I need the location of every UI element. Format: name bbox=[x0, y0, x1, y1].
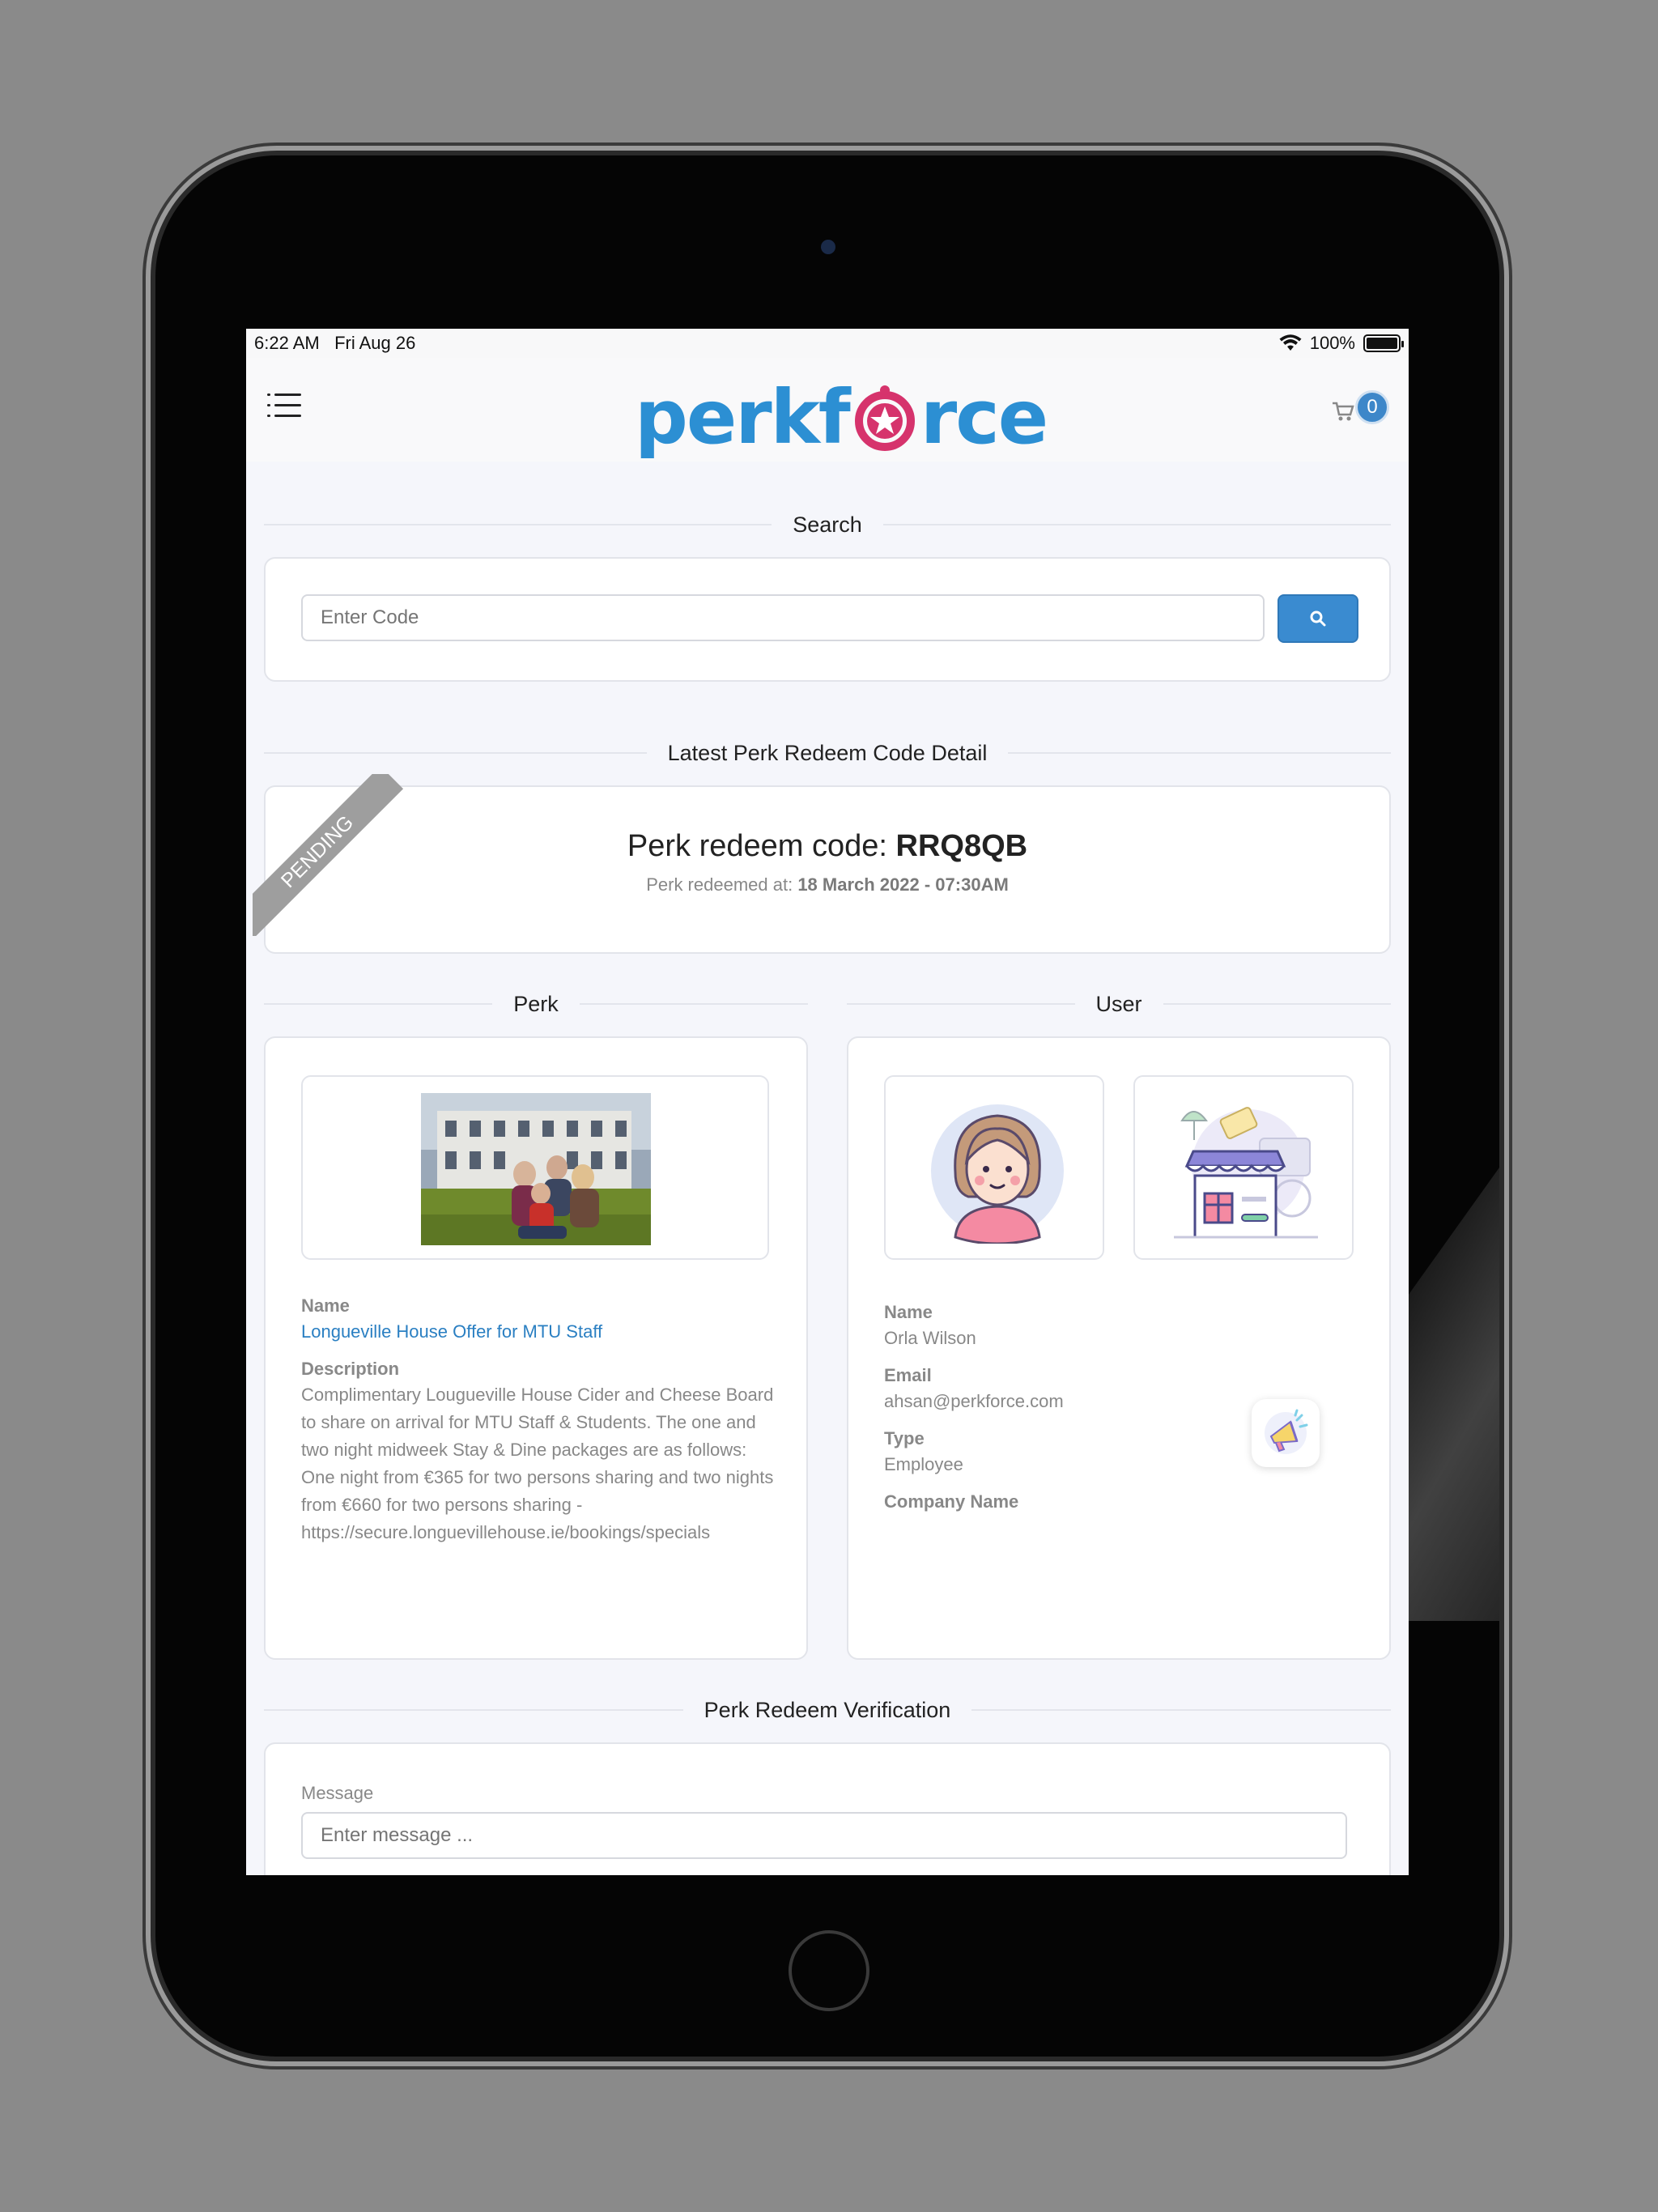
user-type-label: Type bbox=[884, 1428, 925, 1448]
shop-icon bbox=[1174, 1107, 1318, 1239]
redeem-code-card: PENDING Perk redeem code: RRQ8QB Perk re… bbox=[253, 774, 1391, 954]
search-card bbox=[264, 557, 1391, 682]
perk-description: Complimentary Lougueville House Cider an… bbox=[301, 1385, 774, 1542]
status-date: Fri Aug 26 bbox=[334, 333, 416, 353]
status-time: 6:22 AM bbox=[254, 333, 320, 353]
message-label: Message bbox=[301, 1783, 374, 1803]
perk-description-label: Description bbox=[301, 1359, 400, 1379]
redeem-code-title: Perk redeem code: RRQ8QB bbox=[627, 829, 1028, 863]
perk-name-label: Name bbox=[301, 1295, 350, 1316]
verification-heading: Perk Redeem Verification bbox=[264, 1694, 1391, 1726]
battery-icon bbox=[1363, 334, 1404, 352]
perk-heading: Perk bbox=[264, 988, 808, 1020]
perk-name-link[interactable]: Longueville House Offer for MTU Staff bbox=[301, 1318, 602, 1346]
user-email: ahsan@perkforce.com bbox=[884, 1391, 1064, 1411]
search-button[interactable] bbox=[1278, 594, 1358, 643]
perk-card: Name Longueville House Offer for MTU Sta… bbox=[264, 1036, 808, 1660]
user-name-label: Name bbox=[884, 1302, 933, 1322]
user-avatar-frame bbox=[884, 1075, 1104, 1260]
perk-image-frame bbox=[301, 1075, 769, 1260]
camera-icon bbox=[821, 240, 835, 254]
app-screen: 6:22 AM Fri Aug 26 100% perkf rce 0 Sear… bbox=[246, 329, 1409, 1875]
cart-count-badge[interactable]: 0 bbox=[1355, 390, 1389, 424]
ipad-frame: 6:22 AM Fri Aug 26 100% perkf rce 0 Sear… bbox=[155, 155, 1499, 2057]
menu-icon[interactable] bbox=[267, 392, 301, 419]
perk-photo bbox=[421, 1093, 651, 1245]
avatar bbox=[931, 1104, 1064, 1244]
search-heading: Search bbox=[264, 508, 1391, 541]
user-heading: User bbox=[847, 988, 1391, 1020]
code-search-input[interactable] bbox=[301, 594, 1265, 641]
wifi-icon bbox=[1279, 334, 1302, 351]
company-name-label: Company Name bbox=[884, 1491, 1019, 1512]
status-bar: 6:22 AM Fri Aug 26 100% bbox=[246, 329, 1409, 358]
search-icon bbox=[1310, 610, 1326, 627]
battery-percent: 100% bbox=[1309, 333, 1355, 353]
verification-card: Message bbox=[264, 1742, 1391, 1875]
message-input[interactable] bbox=[301, 1812, 1347, 1859]
company-image-frame bbox=[1133, 1075, 1354, 1260]
user-type: Employee bbox=[884, 1454, 963, 1474]
user-name: Orla Wilson bbox=[884, 1328, 976, 1348]
user-email-label: Email bbox=[884, 1365, 932, 1385]
perkforce-logo[interactable]: perkf rce bbox=[635, 374, 1048, 461]
redeemed-at: Perk redeemed at: 18 March 2022 - 07:30A… bbox=[646, 874, 1009, 895]
announcement-button[interactable] bbox=[1252, 1399, 1320, 1467]
app-header: perkf rce 0 bbox=[246, 358, 1409, 462]
megaphone-icon bbox=[1265, 1409, 1308, 1454]
redeemed-at-value: 18 March 2022 - 07:30AM bbox=[797, 874, 1009, 895]
cart-icon[interactable] bbox=[1331, 400, 1355, 423]
user-card: Name Orla Wilson Email ahsan@perkforce.c… bbox=[847, 1036, 1391, 1660]
latest-detail-heading: Latest Perk Redeem Code Detail bbox=[264, 737, 1391, 769]
redeem-code: RRQ8QB bbox=[895, 829, 1028, 863]
home-button[interactable] bbox=[789, 1930, 869, 2011]
logo-star-icon bbox=[854, 385, 915, 451]
